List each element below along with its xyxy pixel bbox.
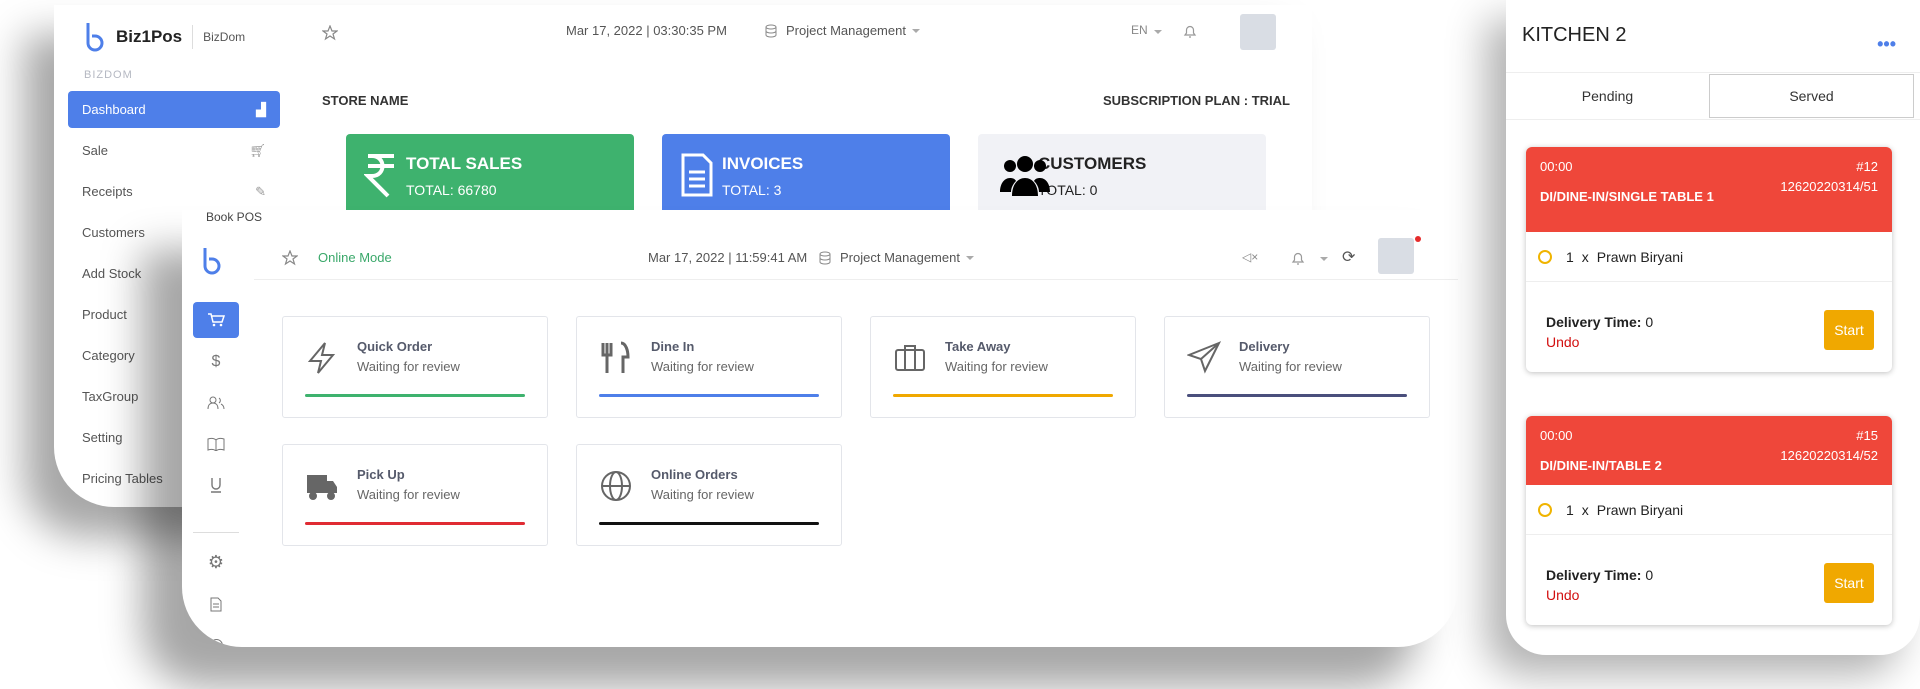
order-line[interactable]: 1 x Prawn Biryani (1526, 485, 1892, 535)
mute-icon[interactable]: ◁× (1242, 250, 1258, 264)
sidebar-item-sale[interactable]: Sale 🛒︎ (68, 132, 280, 169)
tab-served[interactable]: Served (1709, 74, 1914, 118)
start-button[interactable]: Start (1824, 563, 1874, 603)
order-card: 00:00 #15 12620220314/52 DI/DINE-IN/TABL… (1526, 416, 1892, 625)
datetime: Mar 17, 2022 | 03:30:35 PM (566, 23, 727, 38)
undo-link[interactable]: Undo (1546, 587, 1579, 603)
gear-icon[interactable]: ⚙ (193, 544, 239, 580)
users-icon (1000, 156, 1050, 196)
order-card: 00:00 #12 12620220314/51 DI/DINE-IN/SING… (1526, 147, 1892, 372)
sidebar-item-receipts[interactable]: Receipts ✎ (68, 173, 280, 210)
utensils-icon (601, 341, 630, 373)
info-icon[interactable] (193, 627, 239, 647)
brand-logo: Biz1Pos BizDom (82, 21, 245, 53)
table-name: DI/DINE-IN/TABLE 2 (1540, 458, 1662, 473)
order-type-online-orders[interactable]: Online Orders Waiting for review (576, 444, 842, 546)
status-circle-icon (1538, 502, 1552, 517)
order-timer: 00:00 (1540, 428, 1573, 443)
order-line[interactable]: 1 x Prawn Biryani (1526, 232, 1892, 282)
database-icon (819, 251, 831, 265)
biz1pos-logo-icon (86, 23, 104, 52)
brand-name: Biz1Pos (116, 27, 183, 46)
table-name: DI/DINE-IN/SINGLE TABLE 1 (1540, 189, 1714, 204)
sidebar-header: BIZDOM (84, 69, 133, 81)
chart-icon: ▟ (256, 101, 266, 117)
datetime: Mar 17, 2022 | 11:59:41 AM (648, 250, 808, 265)
database-icon (765, 24, 777, 38)
sidebar-item-dashboard[interactable]: Dashboard ▟ (68, 91, 280, 128)
project-select[interactable]: Project Management (764, 23, 920, 38)
globe-icon (601, 471, 631, 501)
order-type-quick-order[interactable]: Quick Order Waiting for review (282, 316, 548, 418)
bell-icon[interactable] (1182, 23, 1198, 39)
star-icon[interactable] (322, 25, 338, 41)
bell-icon[interactable] (1290, 250, 1306, 266)
order-type-dine-in[interactable]: Dine In Waiting for review (576, 316, 842, 418)
order-type-take-away[interactable]: Take Away Waiting for review (870, 316, 1136, 418)
notification-dot (1415, 236, 1421, 242)
underline-icon[interactable] (193, 467, 239, 503)
file-icon[interactable] (193, 586, 239, 622)
subscription-plan: SUBSCRIPTION PLAN : TRIAL (1102, 93, 1290, 108)
avatar[interactable] (1378, 238, 1414, 274)
book-icon[interactable] (193, 426, 239, 462)
icon-rail: $ ⚙ (182, 222, 254, 647)
app-logo-icon (203, 248, 221, 275)
order-timer: 00:00 (1540, 159, 1573, 174)
order-type-pick-up[interactable]: Pick Up Waiting for review (282, 444, 548, 546)
pos-window: Book POS $ ⚙ Online Mode Mar 17, 2022 | … (182, 210, 1458, 647)
more-icon[interactable]: ••• (1877, 34, 1896, 55)
invoice-number: 12620220314/51 (1780, 179, 1878, 194)
store-name: STORE NAME (322, 93, 409, 108)
language-select[interactable]: EN (1131, 23, 1162, 37)
dollar-icon[interactable]: $ (193, 344, 239, 380)
rupee-icon (364, 154, 394, 198)
project-label: Project Management (786, 23, 906, 38)
kitchen-title: KITCHEN 2 (1522, 24, 1627, 46)
order-number: #15 (1856, 428, 1878, 443)
lightning-icon (307, 342, 336, 374)
tab-pending[interactable]: Pending (1506, 73, 1709, 119)
invoice-number: 12620220314/52 (1780, 448, 1878, 463)
document-icon (681, 153, 713, 197)
star-icon[interactable] (282, 250, 298, 266)
kitchen-tabs: Pending Served (1506, 72, 1920, 120)
cart-icon: 🛒︎ (249, 142, 266, 158)
order-type-delivery[interactable]: Delivery Waiting for review (1164, 316, 1430, 418)
undo-link[interactable]: Undo (1546, 334, 1579, 350)
kitchen-window: KITCHEN 2 ••• Pending Served 00:00 #12 1… (1506, 0, 1920, 655)
edit-icon: ✎ (255, 183, 266, 199)
status-circle-icon (1538, 249, 1552, 264)
brand-sub: BizDom (203, 30, 246, 44)
project-select[interactable]: Project Management (818, 250, 974, 265)
online-mode-label: Online Mode (318, 250, 392, 265)
cart-icon (208, 313, 225, 327)
avatar[interactable] (1240, 14, 1276, 50)
refresh-icon[interactable]: ⟳ (1342, 247, 1355, 267)
start-button[interactable]: Start (1824, 310, 1874, 350)
truck-icon (307, 475, 337, 500)
rail-cart[interactable] (193, 302, 239, 338)
users-icon[interactable] (193, 385, 239, 421)
paper-plane-icon (1187, 341, 1221, 374)
briefcase-icon (895, 345, 925, 371)
order-number: #12 (1856, 159, 1878, 174)
